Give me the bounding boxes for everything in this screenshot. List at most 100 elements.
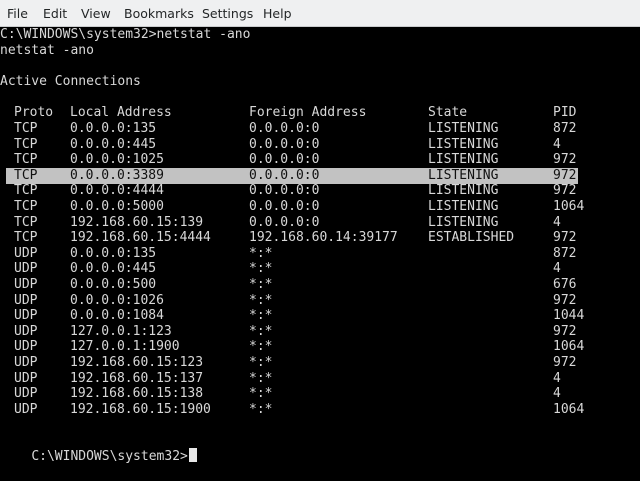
row-local-address: 0.0.0.0:500	[70, 277, 157, 292]
row-proto: TCP	[14, 167, 38, 183]
row-state: LISTENING	[428, 199, 499, 214]
prompt-text: C:\WINDOWS\system32>	[31, 449, 188, 464]
row-pid: 4	[553, 370, 561, 386]
row-pid: 1044	[553, 308, 585, 324]
table-row[interactable]: TCP 0.0.0.0:135 0.0.0.0:0 LISTENING 872	[6, 121, 578, 137]
row-proto: UDP	[14, 386, 38, 402]
row-state: LISTENING	[428, 167, 499, 183]
row-foreign-address: 0.0.0.0:0	[249, 183, 320, 199]
table-row[interactable]: UDP 0.0.0.0:1084 *:* 1044	[6, 308, 584, 324]
row-local-address: 0.0.0.0:135	[70, 121, 157, 136]
row-pid: 972	[553, 230, 577, 246]
row-local-address: 0.0.0.0:4444	[70, 183, 164, 199]
prompt-line[interactable]: C:\WINDOWS\system32>	[0, 432, 197, 464]
row-foreign-address: 0.0.0.0:0	[249, 214, 320, 230]
row-proto: TCP	[14, 230, 38, 246]
row-local-address: 192.168.60.15:137	[70, 370, 204, 386]
table-row[interactable]: UDP 192.168.60.15:123 *:* 972	[6, 355, 578, 371]
table-row[interactable]: TCP 192.168.60.15:139 0.0.0.0:0 LISTENING 4	[6, 215, 578, 231]
row-foreign-address: *:*	[249, 323, 273, 339]
row-local-address: 192.168.60.15:138	[70, 386, 204, 402]
table-row[interactable]: UDP 192.168.60.15:1900 *:* 1064	[6, 401, 584, 418]
table-row[interactable]: UDP 127.0.0.1:1900 *:* 1064	[6, 339, 584, 355]
row-pid: 4	[553, 214, 561, 230]
table-row[interactable]: UDP 0.0.0.0:135 *:* 872	[6, 246, 578, 262]
row-local-address: 0.0.0.0:3389	[70, 167, 164, 183]
table-row-selected[interactable]: TCP 0.0.0.0:3389 0.0.0.0:0 LISTENING 972	[6, 167, 578, 184]
row-pid: 972	[553, 355, 577, 370]
row-proto: UDP	[14, 245, 38, 261]
row-local-address: 127.0.0.1:1900	[70, 339, 180, 355]
command-echo: netstat -ano	[0, 43, 94, 58]
row-proto: TCP	[14, 183, 38, 199]
row-foreign-address: 0.0.0.0:0	[249, 121, 320, 136]
row-proto: UDP	[14, 323, 38, 339]
row-state: LISTENING	[428, 136, 499, 152]
row-foreign-address: 192.168.60.14:39177	[249, 230, 398, 246]
row-local-address: 0.0.0.0:1084	[70, 308, 164, 324]
command-line: C:\WINDOWS\system32>netstat -ano	[0, 27, 251, 42]
row-foreign-address: 0.0.0.0:0	[249, 136, 320, 152]
row-local-address: 192.168.60.15:1900	[70, 401, 211, 417]
table-row[interactable]: UDP 0.0.0.0:1026 *:* 972	[6, 293, 578, 309]
table-row[interactable]: UDP 127.0.0.1:123 *:* 972	[6, 324, 578, 340]
row-foreign-address: *:*	[249, 401, 273, 417]
row-foreign-address: *:*	[249, 386, 273, 402]
row-pid: 1064	[553, 199, 585, 214]
column-headers: Proto Local Address Foreign Address Stat…	[0, 105, 640, 121]
row-proto: UDP	[14, 277, 38, 292]
menu-file[interactable]: File	[7, 0, 28, 26]
row-local-address: 0.0.0.0:135	[70, 245, 157, 261]
section-title: Active Connections	[0, 74, 141, 89]
row-proto: TCP	[14, 214, 38, 230]
row-pid: 972	[553, 152, 577, 168]
row-proto: UDP	[14, 292, 38, 308]
row-pid: 676	[553, 277, 577, 292]
row-proto: TCP	[14, 136, 38, 152]
header-foreign-address: Foreign Address	[249, 105, 367, 120]
row-pid: 972	[553, 183, 577, 199]
row-pid: 4	[553, 261, 561, 277]
row-foreign-address: *:*	[249, 277, 273, 292]
terminal-output[interactable]: C:\WINDOWS\system32>netstat -ano netstat…	[0, 27, 640, 464]
row-foreign-address: *:*	[249, 292, 273, 308]
header-proto: Proto	[14, 105, 54, 120]
row-pid: 1064	[553, 401, 585, 417]
table-row[interactable]: TCP 0.0.0.0:445 0.0.0.0:0 LISTENING 4	[6, 137, 578, 153]
row-proto: TCP	[14, 199, 38, 214]
table-row[interactable]: UDP 192.168.60.15:138 *:* 4	[6, 386, 578, 402]
table-row[interactable]: TCP 192.168.60.15:4444 192.168.60.14:39177…	[6, 230, 578, 246]
row-state: LISTENING	[428, 121, 499, 136]
row-pid: 4	[553, 136, 561, 152]
row-state: ESTABLISHED	[428, 230, 515, 246]
header-local-address: Local Address	[70, 105, 172, 120]
row-proto: UDP	[14, 370, 38, 386]
table-row[interactable]: TCP 0.0.0.0:5000 0.0.0.0:0 LISTENING 1064	[6, 199, 584, 215]
menu-help[interactable]: Help	[263, 0, 292, 26]
row-local-address: 192.168.60.15:139	[70, 214, 204, 230]
row-pid: 972	[553, 323, 577, 339]
table-row[interactable]: UDP 0.0.0.0:500 *:* 676	[6, 277, 578, 293]
row-proto: UDP	[14, 401, 38, 417]
row-local-address: 0.0.0.0:5000	[70, 199, 164, 214]
table-row[interactable]: UDP 192.168.60.15:137 *:* 4	[6, 371, 578, 387]
menu-bookmarks[interactable]: Bookmarks	[124, 0, 194, 26]
row-foreign-address: *:*	[249, 245, 273, 261]
row-proto: TCP	[14, 121, 38, 136]
menu-settings[interactable]: Settings	[202, 0, 253, 26]
row-local-address: 192.168.60.15:123	[70, 355, 204, 370]
menu-view[interactable]: View	[81, 0, 111, 26]
row-foreign-address: *:*	[249, 355, 273, 370]
header-pid: PID	[553, 105, 577, 120]
table-row[interactable]: TCP 0.0.0.0:1025 0.0.0.0:0 LISTENING 972	[6, 152, 578, 168]
menu-edit[interactable]: Edit	[43, 0, 67, 26]
row-foreign-address: 0.0.0.0:0	[249, 199, 320, 214]
table-row[interactable]: TCP 0.0.0.0:4444 0.0.0.0:0 LISTENING 972	[6, 183, 578, 199]
row-foreign-address: *:*	[249, 339, 273, 355]
row-state: LISTENING	[428, 152, 499, 168]
text-cursor	[188, 448, 197, 462]
row-local-address: 192.168.60.15:4444	[70, 230, 211, 246]
row-foreign-address: *:*	[249, 370, 273, 386]
menu-bar: File Edit View Bookmarks Settings Help	[0, 0, 640, 27]
table-row[interactable]: UDP 0.0.0.0:445 *:* 4	[6, 261, 578, 277]
